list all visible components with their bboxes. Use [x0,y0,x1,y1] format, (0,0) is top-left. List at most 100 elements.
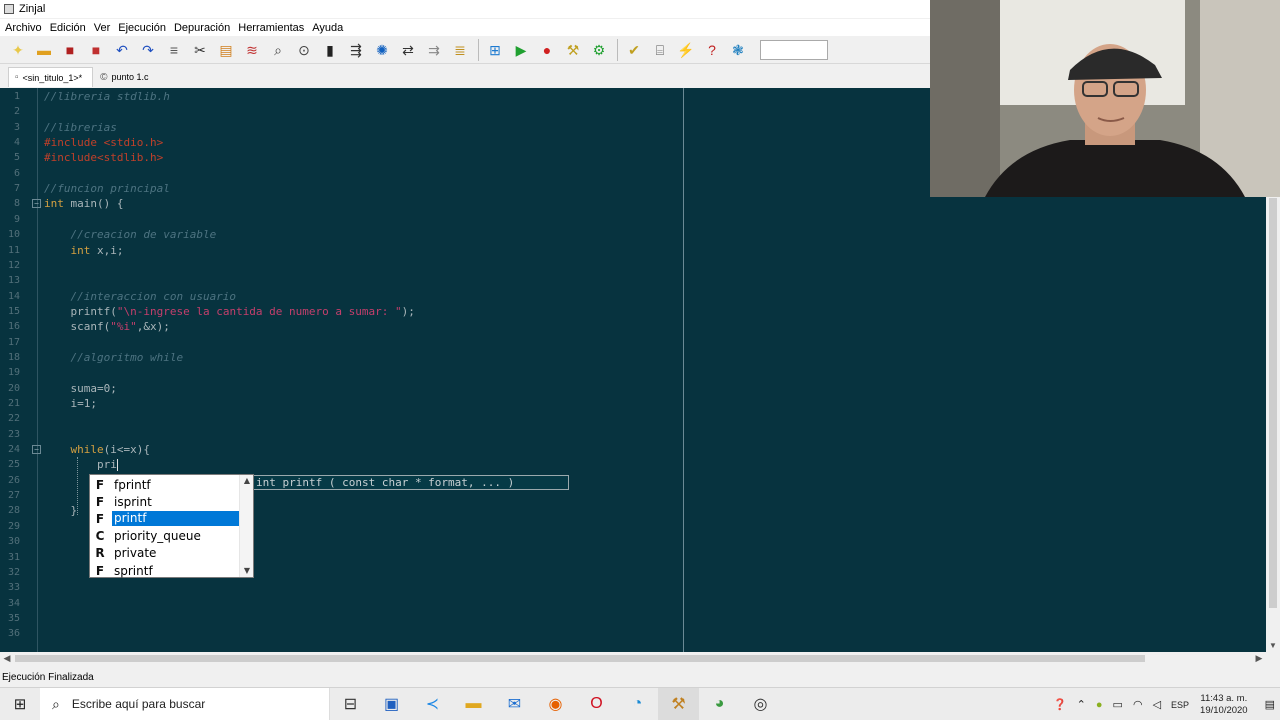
network-icon[interactable]: ▭ [1113,698,1123,711]
menu-depuracion[interactable]: Depuración [174,22,230,34]
debug-icon[interactable]: ⚙ [589,40,609,60]
volume-icon[interactable]: ◁ [1153,698,1161,711]
wifi-icon[interactable]: ◠ [1133,698,1143,711]
menu-herramientas[interactable]: Herramientas [238,22,304,34]
options-icon[interactable]: ≣ [450,40,470,60]
store-icon[interactable]: ▣ [371,688,412,720]
cut-icon[interactable]: ✂ [190,40,210,60]
scroll-left-icon[interactable]: ◀ [0,652,14,665]
obs-icon[interactable]: ◎ [740,688,781,720]
scrollbar-thumb[interactable] [1269,198,1277,608]
autocomplete-popup[interactable]: ▲ ▼ Ffprintf Fisprint Fprintf Cpriority_que… [89,474,254,578]
stop-icon[interactable]: ● [537,40,557,60]
code-line[interactable]: 35 [0,611,1270,626]
paste-icon[interactable]: ≋ [242,40,262,60]
save-as-icon[interactable]: ■ [86,40,106,60]
code-line[interactable]: 25 pri [0,457,1270,472]
code-line[interactable]: 20 suma=0; [0,381,1270,396]
undo-icon[interactable]: ↶ [112,40,132,60]
scroll-down-icon[interactable]: ▼ [1266,640,1280,652]
autocomplete-item[interactable]: Fprintf [92,510,239,527]
autocomplete-scrollbar[interactable]: ▲ ▼ [239,475,253,577]
uncomment-icon[interactable]: ⇄ [398,40,418,60]
code-line[interactable]: 21 i=1; [0,396,1270,411]
tab-sin-titulo-1[interactable]: ▫ <sin_titulo_1>* [8,67,94,87]
code-line[interactable]: 15 printf("\n-ingrese la cantida de nume… [0,304,1270,319]
autocomplete-item[interactable]: Fisprint [92,493,239,510]
settings-icon[interactable]: ⇉ [424,40,444,60]
code-line[interactable]: 8 − int main() { [0,196,1270,211]
task-view-icon[interactable]: ⊟ [330,688,371,720]
code-line[interactable]: 13 [0,273,1270,288]
code-line[interactable]: 17 [0,335,1270,350]
code-line[interactable]: 23 [0,427,1270,442]
toolbar-search-input[interactable] [760,39,828,60]
autocomplete-item[interactable]: Rprivate [92,545,239,562]
tab-punto-1[interactable]: © punto 1.c [93,67,159,87]
clock[interactable]: 11:43 a. m. 19/10/2020 [1200,693,1248,717]
check-icon[interactable]: ✔ [624,40,644,60]
file-explorer-icon[interactable]: ▬ [453,688,494,720]
code-line[interactable]: 33 [0,580,1270,595]
fold-marker-icon[interactable]: − [32,199,41,209]
status-tray-icon[interactable]: ● [1096,699,1103,711]
menu-edicion[interactable]: Edición [50,22,86,34]
notifications-icon[interactable]: ▤ [1265,698,1275,711]
code-line[interactable]: 36 [0,626,1270,641]
code-line[interactable]: 16 scanf("%i",&x); [0,319,1270,334]
scroll-down-icon[interactable]: ▼ [240,565,254,577]
code-line[interactable]: 11 int x,i; [0,243,1270,258]
comment-icon[interactable]: ✺ [372,40,392,60]
help-icon[interactable]: ? [702,40,722,60]
open-file-icon[interactable]: ▬ [34,40,54,60]
show-hidden-icons-icon[interactable]: ⌃ [1077,698,1086,711]
code-line[interactable]: 10 //creacion de variable [0,227,1270,242]
new-file-icon[interactable]: ✦ [8,40,28,60]
run-icon[interactable]: ▶ [511,40,531,60]
find-replace-icon[interactable]: ⊙ [294,40,314,60]
code-line[interactable]: 18 //algoritmo while [0,350,1270,365]
scroll-up-icon[interactable]: ▲ [240,475,254,487]
web-icon[interactable]: ❃ [728,40,748,60]
opera-icon[interactable]: O [576,688,617,720]
help-tray-icon[interactable]: ❓ [1053,698,1067,711]
format-icon[interactable]: ≡ [164,40,184,60]
menu-ejecucion[interactable]: Ejecución [118,22,166,34]
vscode-icon[interactable]: ≺ [412,688,453,720]
compile-icon[interactable]: ⊞ [485,40,505,60]
menu-archivo[interactable]: Archivo [5,22,42,34]
code-line[interactable]: 22 [0,411,1270,426]
save-icon[interactable]: ■ [60,40,80,60]
scroll-right-icon[interactable]: ▶ [1252,652,1266,665]
windows-start-icon[interactable]: ⊞ [0,688,40,720]
mail-icon[interactable]: ✉ [494,688,535,720]
redo-icon[interactable]: ↷ [138,40,158,60]
autocomplete-item[interactable]: Ffprintf [92,476,239,493]
taskbar-search[interactable]: ⌕ Escribe aquí para buscar [40,687,330,720]
code-line[interactable]: 9 [0,212,1270,227]
firefox-icon[interactable]: ◉ [535,688,576,720]
edge-icon[interactable]: ◔ [617,688,658,720]
tools-icon[interactable]: ⚡ [676,40,696,60]
code-line[interactable]: 19 [0,365,1270,380]
menu-ver[interactable]: Ver [94,22,111,34]
fold-marker-icon[interactable]: − [32,445,41,455]
copy-icon[interactable]: ▤ [216,40,236,60]
build-icon[interactable]: ⚒ [563,40,583,60]
code-line[interactable]: 24 − while(i<=x){ [0,442,1270,457]
code-line[interactable]: 12 [0,258,1270,273]
code-line[interactable]: 14 //interaccion con usuario [0,289,1270,304]
language-indicator[interactable]: ESP [1171,700,1189,710]
find-icon[interactable]: ⌕ [268,40,288,60]
search-icon[interactable]: ▮ [320,40,340,60]
scrollbar-thumb[interactable] [15,655,1145,662]
inspect-icon[interactable]: ⌸ [650,40,670,60]
zinjai-icon[interactable]: ⚒ [658,687,699,720]
menu-ayuda[interactable]: Ayuda [312,22,343,34]
code-line[interactable]: 34 [0,596,1270,611]
indent-icon[interactable]: ⇶ [346,40,366,60]
autocomplete-item[interactable]: Fsprintf [92,562,239,579]
chrome-icon[interactable]: ◕ [699,688,740,720]
autocomplete-item[interactable]: Cpriority_queue [92,528,239,545]
horizontal-scrollbar[interactable]: ◀ ▶ [0,652,1266,665]
